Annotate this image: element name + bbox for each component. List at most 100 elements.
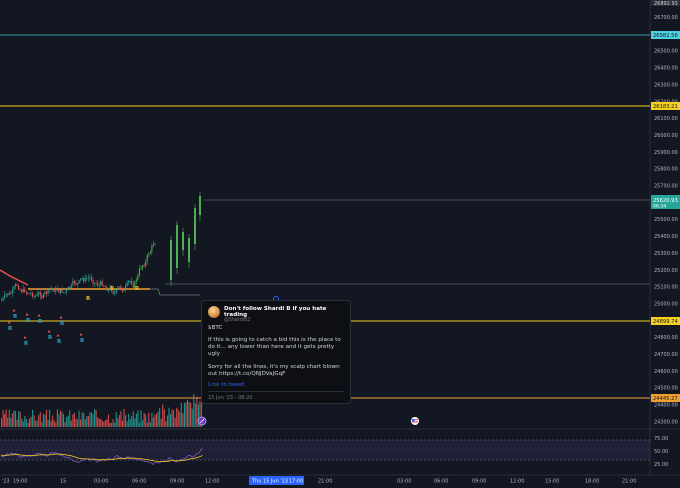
candle-body: [148, 253, 150, 256]
time-tick-label: 21:00: [318, 479, 332, 485]
time-tick-label: 06:00: [434, 479, 448, 485]
tweet-link[interactable]: Link to tweet: [208, 382, 344, 389]
signal-arrow-icon: [12, 309, 16, 312]
volume-bar: [111, 422, 113, 427]
trading-chart[interactable]: 26892.93 26700.0026600.0026500.0026400.0…: [0, 0, 680, 488]
svg-text:26582.56: 26582.56: [653, 33, 678, 39]
candle-body: [100, 281, 102, 285]
volume-bar: [35, 420, 37, 427]
candle-body: [149, 251, 151, 254]
volume-bar: [154, 414, 156, 427]
candle-body: [95, 282, 97, 284]
time-axis-labels: '2319:00 15 03:00 06:00 09:00 12:00 18:00 21:00…: [2, 479, 636, 485]
tweet-body: $BTC If this is going to catch a bid thi…: [208, 325, 344, 378]
candle-body: [1, 299, 3, 301]
time-tick-label: 18:00: [585, 479, 599, 485]
volume-bar: [151, 412, 153, 427]
volume-bar: [13, 410, 15, 427]
volume-bar: [165, 421, 167, 427]
volume-bar: [76, 419, 79, 427]
volume-bar: [81, 412, 83, 427]
volume-bar: [80, 419, 82, 427]
candle-body: [64, 292, 66, 293]
volume-bar: [185, 402, 187, 427]
candle-body: [72, 280, 74, 285]
volume-bar: [171, 409, 173, 427]
volume-bar: [168, 407, 170, 427]
volume-bar: [61, 411, 63, 427]
time-tick-label: 19:00: [13, 479, 27, 485]
volume-bar: [25, 419, 27, 427]
volume-bar: [162, 404, 164, 427]
buy-signal-label: R: [60, 321, 65, 327]
tweet-ticker: $BTC: [208, 325, 223, 331]
volume-bar: [32, 409, 34, 427]
candle-body: [146, 255, 148, 262]
volume-bar: [142, 420, 144, 427]
volume-bar: [64, 422, 66, 427]
volume-bar: [21, 418, 23, 427]
volume-bar: [134, 418, 136, 427]
volume-bar: [69, 410, 71, 427]
svg-text:26183.21: 26183.21: [653, 104, 678, 110]
volume-bar: [101, 420, 103, 427]
volume-bar: [5, 409, 7, 427]
tweet-source-icon[interactable]: [197, 416, 207, 426]
event-flag-icon[interactable]: [411, 417, 419, 425]
price-tick-label: 25700.00: [654, 184, 678, 190]
volume-bar: [52, 415, 54, 427]
tweet-card[interactable]: Don't follow Shardi B if you hate tradin…: [201, 300, 351, 404]
signal-arrow-icon: [79, 333, 83, 336]
volume-bar: [126, 421, 128, 427]
volume-bar: [135, 413, 137, 427]
candle-body: [138, 268, 141, 275]
volume-bar: [2, 409, 4, 427]
volume-bar: [30, 416, 32, 427]
candle-body: [67, 286, 69, 290]
candle-body: [125, 286, 127, 290]
candle-body: [7, 293, 9, 296]
buy-signal-label: R: [48, 335, 53, 341]
candle-body: [101, 281, 103, 286]
candle-body: [121, 288, 123, 292]
volume-bar: [11, 413, 13, 427]
volume-bar: [174, 418, 176, 427]
price-tick-label: 26700.00: [654, 15, 678, 21]
volume-bar: [118, 415, 120, 427]
tweet-paragraph-2: Sorry for all the lines, it's my scalp c…: [208, 364, 340, 377]
candle-body: [126, 282, 128, 287]
candle-body: [87, 277, 89, 279]
volume-bar: [7, 417, 9, 427]
candle-body: [129, 281, 131, 282]
volume-bar: [87, 416, 89, 427]
svg-text:24445.27: 24445.27: [653, 396, 678, 402]
volume-bar: [92, 414, 94, 427]
candle-body: [22, 288, 24, 293]
svg-text:24899.74: 24899.74: [653, 319, 678, 325]
volume-bar: [123, 409, 125, 427]
buy-signal-label: R: [13, 314, 18, 320]
candle-body: [66, 289, 68, 293]
volume-bar: [8, 409, 10, 427]
price-axis-ticks: 26700.0026600.0026500.0026400.0026300.00…: [654, 15, 678, 425]
candle-body: [89, 277, 91, 279]
volume-bar: [180, 403, 182, 427]
volume-bar: [112, 419, 114, 427]
volume-bar: [58, 414, 60, 427]
candle-body: [143, 265, 145, 267]
tweet-header: Don't follow Shardi B if you hate tradin…: [208, 306, 344, 323]
signal-arrow-icon: [56, 334, 60, 337]
volume-bar: [145, 414, 147, 427]
price-tick-label: 25200.00: [654, 268, 678, 274]
volume-bar: [148, 412, 150, 427]
candle-body: [199, 196, 201, 215]
candle-body: [188, 238, 190, 262]
candle-body: [45, 291, 48, 294]
signal-arrow-icon: [59, 316, 63, 319]
volume-bar: [4, 413, 6, 427]
volume-bar: [41, 422, 43, 427]
candle-body: [13, 286, 15, 290]
buy-signal-label: R: [8, 326, 13, 332]
volume-bar: [66, 416, 68, 427]
volume-bar: [19, 411, 21, 427]
